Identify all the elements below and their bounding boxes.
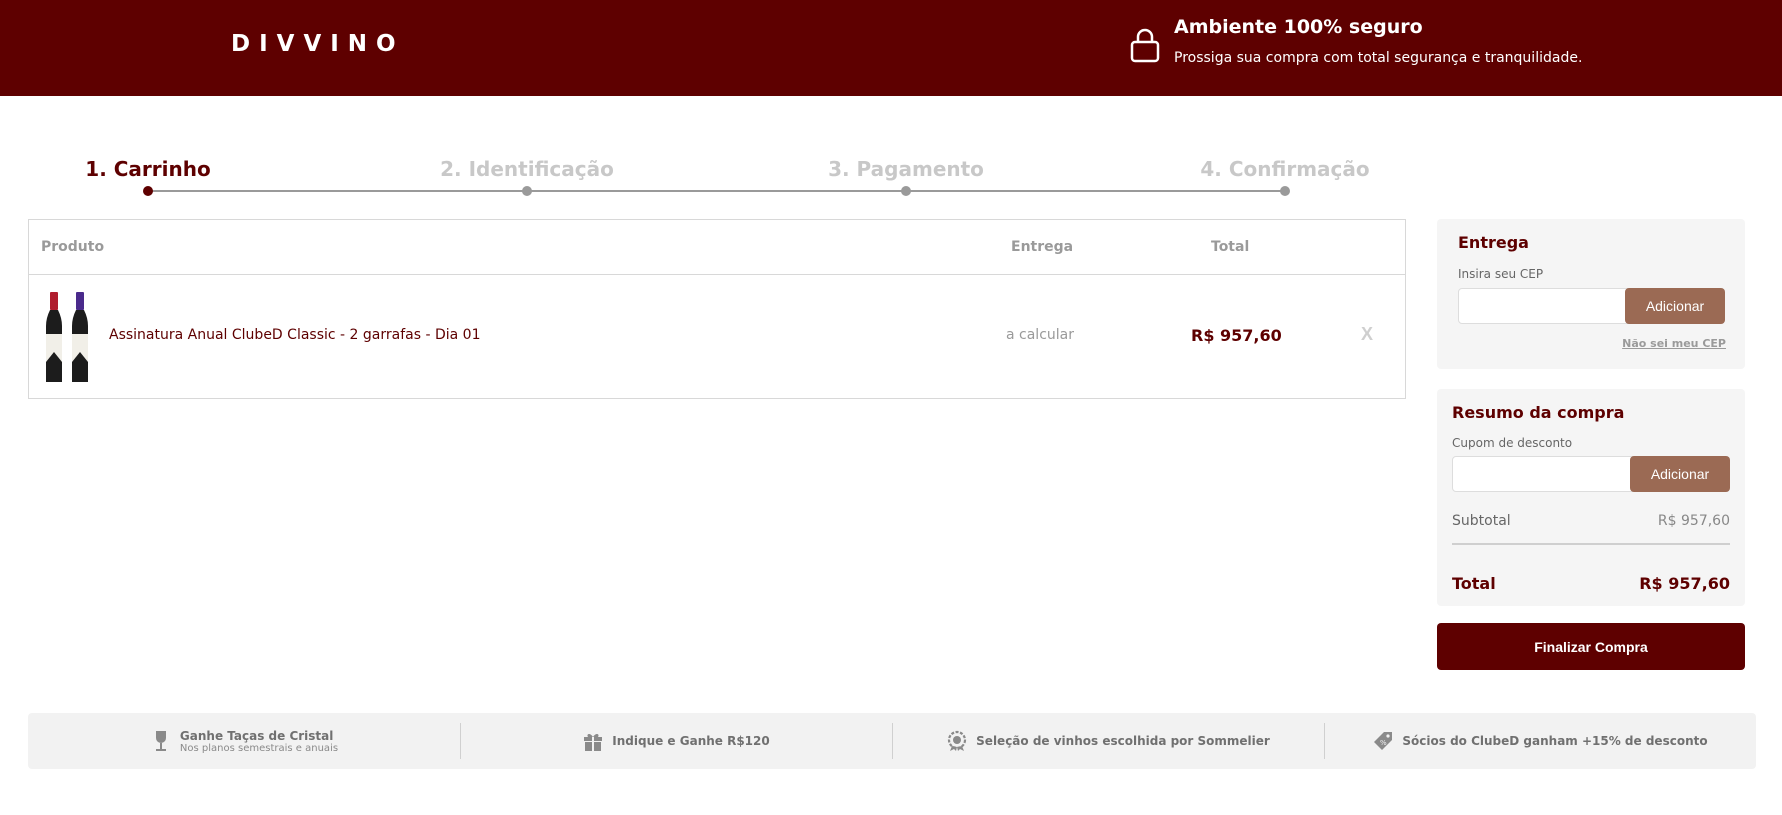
product-name[interactable]: Assinatura Anual ClubeD Classic - 2 garr… — [109, 327, 480, 343]
total-value: R$ 957,60 — [1639, 574, 1730, 593]
award-icon — [948, 730, 967, 751]
benefit-title: Sócios do ClubeD ganham +15% de desconto — [1402, 734, 1708, 748]
step-cart: 1. Carrinho — [85, 157, 211, 181]
lock-icon — [1130, 28, 1160, 63]
product-shipping: a calcular — [1006, 327, 1074, 343]
remove-item-button[interactable]: X — [1361, 324, 1373, 345]
benefit-title: Ganhe Taças de Cristal — [179, 728, 334, 743]
step-dot-payment — [901, 186, 911, 196]
benefit-item: % Sócios do ClubeD ganham +15% de descon… — [1324, 713, 1756, 769]
divvino-logo[interactable]: DIVVINO — [231, 30, 405, 58]
shipping-panel: Entrega Insira seu CEP Adicionar Não sei… — [1437, 219, 1745, 369]
step-dot-cart — [143, 186, 153, 196]
dont-know-cep-link[interactable]: Não sei meu CEP — [1622, 337, 1726, 350]
coupon-label: Cupom de desconto — [1452, 436, 1573, 450]
step-dot-identification — [522, 186, 532, 196]
shipping-title: Entrega — [1458, 233, 1529, 252]
product-total: R$ 957,60 — [1191, 326, 1282, 345]
cart-table-header: Produto Entrega Total — [29, 220, 1405, 275]
secure-title: Ambiente 100% seguro — [1174, 16, 1423, 38]
total-label: Total — [1452, 574, 1496, 593]
add-cep-button[interactable]: Adicionar — [1625, 288, 1725, 324]
column-product: Produto — [41, 239, 105, 255]
benefit-title: Seleção de vinhos escolhida por Sommelie… — [976, 734, 1270, 748]
tag-icon: % — [1374, 732, 1393, 750]
coupon-input[interactable] — [1452, 456, 1642, 492]
benefit-subtitle: Nos planos semestrais e anuais — [179, 742, 339, 754]
finalize-purchase-button[interactable]: Finalizar Compra — [1437, 623, 1745, 670]
logo-text: DIVVINO — [231, 31, 405, 57]
secure-subtitle: Prossiga sua compra com total segurança … — [1174, 50, 1583, 66]
subtotal-value: R$ 957,60 — [1657, 513, 1730, 529]
wine-glass-icon — [155, 731, 166, 751]
benefits-bar: Ganhe Taças de Cristal Nos planos semest… — [28, 713, 1756, 769]
step-dot-confirmation — [1280, 186, 1290, 196]
benefit-title: Indique e Ganhe R$120 — [612, 734, 770, 748]
product-image[interactable] — [43, 290, 95, 384]
steps-line — [148, 190, 1286, 192]
benefit-item: Seleção de vinhos escolhida por Sommelie… — [892, 713, 1324, 769]
svg-text:%: % — [1380, 739, 1387, 747]
column-total: Total — [1211, 239, 1250, 255]
gift-icon — [584, 733, 603, 751]
step-payment: 3. Pagamento — [828, 157, 984, 181]
benefit-item: Ganhe Taças de Cristal Nos planos semest… — [28, 713, 460, 769]
cep-input[interactable] — [1458, 288, 1636, 324]
benefit-item: Indique e Ganhe R$120 — [460, 713, 892, 769]
summary-divider — [1452, 543, 1730, 545]
subtotal-label: Subtotal — [1452, 513, 1511, 529]
add-coupon-button[interactable]: Adicionar — [1630, 456, 1730, 492]
checkout-steps: 1. Carrinho 2. Identificação 3. Pagament… — [0, 150, 1400, 200]
header: DIVVINO Ambiente 100% seguro Prossiga su… — [0, 0, 1782, 96]
summary-panel: Resumo da compra Cupom de desconto Adici… — [1437, 389, 1745, 606]
step-confirmation: 4. Confirmação — [1200, 157, 1370, 181]
column-shipping: Entrega — [1011, 239, 1074, 255]
summary-title: Resumo da compra — [1452, 403, 1625, 422]
step-identification: 2. Identificação — [440, 157, 614, 181]
cart-table: Produto Entrega Total Assinatura Anual C… — [28, 219, 1406, 399]
cep-label: Insira seu CEP — [1458, 267, 1544, 281]
